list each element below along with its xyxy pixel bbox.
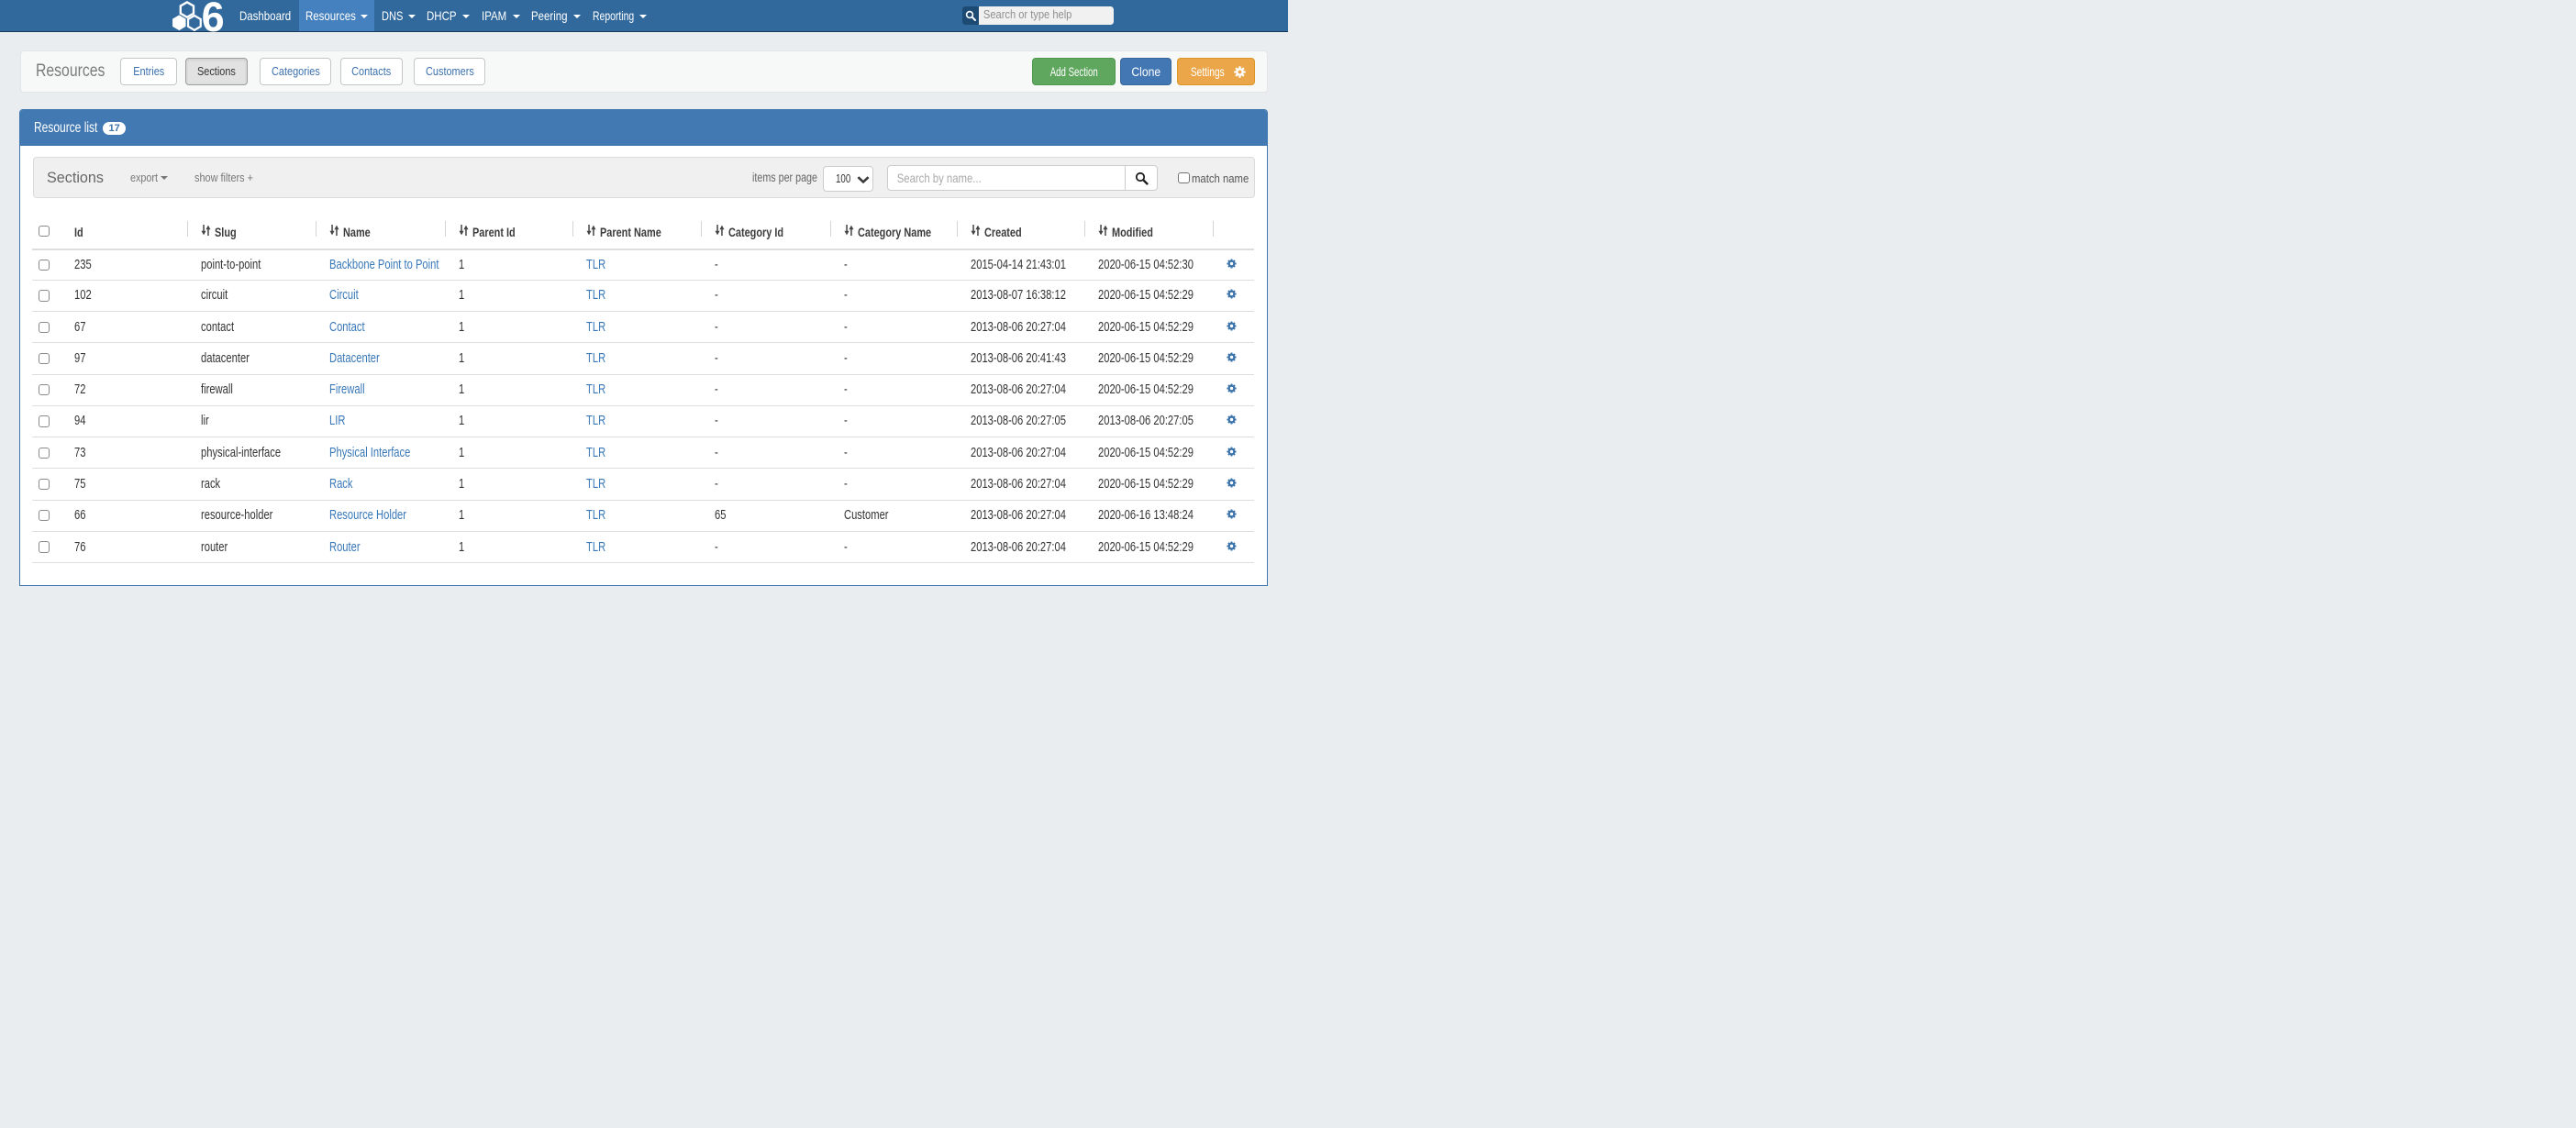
svg-text:6: 6: [201, 0, 224, 32]
